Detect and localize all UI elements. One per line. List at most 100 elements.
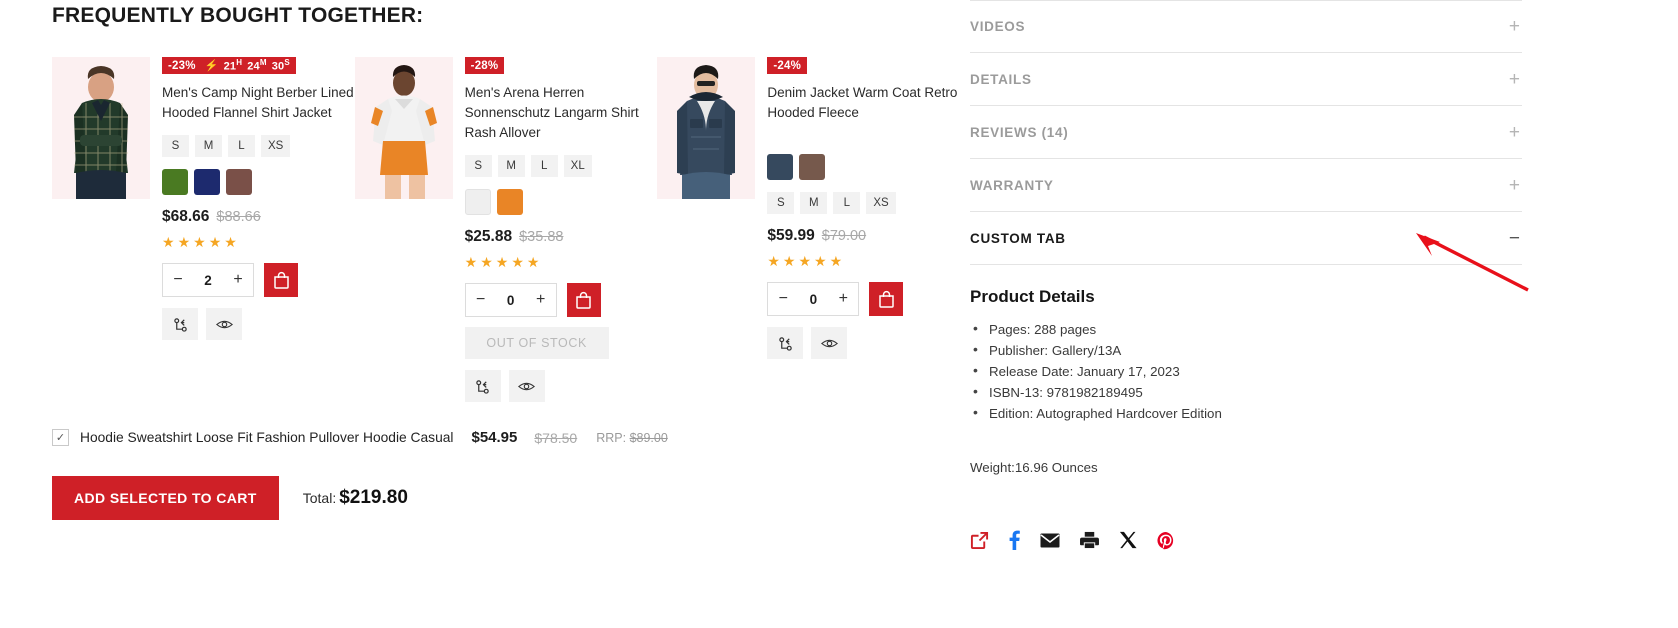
discount-badge-row: -23% ⚡ 21H 24M 30S [162,57,355,74]
product-thumbnail[interactable] [354,57,453,199]
quantity-stepper[interactable]: − 2 + [162,263,254,297]
quantity-increase-button[interactable]: + [526,284,556,316]
bundle-cta-row: ADD SELECTED TO CART Total: $219.80 [52,476,960,520]
color-option[interactable] [226,169,252,195]
bundle-item-price: $54.95 [471,429,518,446]
accordion-label: VIDEOS [970,19,1026,34]
accordion-label: REVIEWS (14) [970,124,1069,140]
size-option[interactable]: L [833,192,861,214]
product-card: -28% Men's Arena Herren Sonnenschutz Lan… [354,57,658,402]
color-option[interactable] [194,169,220,195]
product-info: -24% Denim Jacket Warm Coat Retro Hooded… [755,57,960,402]
product-thumbnail[interactable] [657,57,756,199]
star-icon: ★ [829,253,843,269]
bolt-icon: ⚡ [204,60,219,72]
product-card: -24% Denim Jacket Warm Coat Retro Hooded… [657,57,960,402]
size-options: S M L XS [767,192,960,214]
facebook-icon[interactable] [1009,530,1020,550]
color-option[interactable] [767,154,794,180]
star-icon: ★ [495,254,509,270]
size-option[interactable]: S [162,135,189,157]
compare-button[interactable] [464,370,501,402]
original-price: $88.66 [216,209,261,225]
size-option[interactable]: XL [563,155,592,177]
discount-badge-row: -28% [464,57,658,74]
compare-icon [476,379,489,394]
x-twitter-icon[interactable] [1119,531,1137,549]
frequently-bought-together-section: FREQUENTLY BOUGHT TOGETHER: -23% ⚡ 21H 2… [0,0,960,628]
quantity-increase-button[interactable]: + [223,264,253,296]
email-icon[interactable] [1040,533,1060,548]
total-label: Total: [302,490,337,506]
product-info: -23% ⚡ 21H 24M 30S Men's Camp Night Berb… [150,57,355,402]
product-image-rash-shirt [354,57,453,199]
compare-button[interactable] [767,327,804,359]
share-icons-row [970,530,1522,550]
quick-view-button[interactable] [508,370,545,402]
accordion-item-custom-tab[interactable]: CUSTOM TAB − [970,212,1522,265]
discount-badge-row: -24% [767,57,960,74]
bundle-item-name[interactable]: Hoodie Sweatshirt Loose Fit Fashion Pull… [80,430,453,445]
discount-badge: -24% [767,57,807,74]
product-info: -28% Men's Arena Herren Sonnenschutz Lan… [453,57,658,402]
quantity-decrease-button[interactable]: − [163,264,193,296]
accordion-item-warranty[interactable]: WARRANTY + [970,159,1522,212]
color-option[interactable] [464,189,491,215]
size-option[interactable]: S [464,155,492,177]
quantity-stepper[interactable]: − 0 + [767,282,860,316]
list-item: Release Date: January 17, 2023 [970,360,1522,382]
size-option[interactable]: M [195,135,222,157]
print-icon[interactable] [1080,531,1099,549]
size-option[interactable]: M [497,155,525,177]
discount-badge: -23% [162,57,202,74]
product-thumbnail[interactable] [52,57,150,199]
color-options [464,189,658,215]
quantity-decrease-button[interactable]: − [466,284,496,316]
size-option[interactable]: XS [866,192,896,214]
accordion-label: DETAILS [970,71,1032,87]
color-option[interactable] [496,189,523,215]
add-selected-to-cart-button[interactable]: ADD SELECTED TO CART [52,476,279,520]
star-icon: ★ [767,253,780,269]
accordion-label: WARRANTY [970,177,1054,193]
color-option[interactable] [162,169,188,195]
product-tabs-panel: VIDEOS + DETAILS + REVIEWS (14) + WARRAN… [970,0,1522,550]
size-options: S M L XS [162,135,355,157]
size-option[interactable]: L [228,135,255,157]
accordion-label: CUSTOM TAB [970,230,1066,246]
size-option[interactable]: XS [261,135,291,157]
size-option[interactable]: S [767,192,795,214]
list-item: Edition: Autographed Hardcover Edition [970,402,1522,424]
size-option[interactable]: L [530,155,558,177]
quantity-decrease-button[interactable]: − [768,283,798,315]
product-title[interactable]: Men's Camp Night Berber Lined Hooded Fla… [162,83,355,123]
accordion-item-videos[interactable]: VIDEOS + [970,0,1522,53]
color-option[interactable] [799,154,826,180]
bundle-item-checkbox[interactable]: ✓ [52,429,69,446]
quick-view-button[interactable] [811,327,848,359]
timer-hours: 21H [223,58,243,73]
plus-icon: + [1508,121,1520,143]
size-option[interactable]: M [800,192,828,214]
product-title[interactable]: Denim Jacket Warm Coat Retro Hooded Flee… [767,83,960,123]
price-row: $68.66 $88.66 [162,208,355,226]
star-icon: ★ [814,253,827,269]
star-icon: ★ [177,234,191,250]
quick-view-button[interactable] [206,308,242,340]
star-icon: ★ [798,253,812,269]
compare-button[interactable] [162,308,198,340]
add-to-cart-button[interactable] [869,282,904,316]
quantity-increase-button[interactable]: + [828,283,858,315]
quantity-stepper[interactable]: − 0 + [464,283,557,317]
add-to-cart-button[interactable] [264,263,298,297]
accordion-item-reviews[interactable]: REVIEWS (14) + [970,106,1522,159]
quantity-row: − 2 + [162,263,355,297]
add-to-cart-button[interactable] [566,283,601,317]
product-title[interactable]: Men's Arena Herren Sonnenschutz Langarm … [465,83,658,143]
compare-icon [779,336,792,351]
quantity-row: − 0 + [464,283,658,317]
product-image-flannel-jacket [52,57,150,199]
pinterest-icon[interactable] [1157,531,1175,550]
share-external-icon[interactable] [970,531,989,550]
accordion-item-details[interactable]: DETAILS + [970,53,1522,106]
